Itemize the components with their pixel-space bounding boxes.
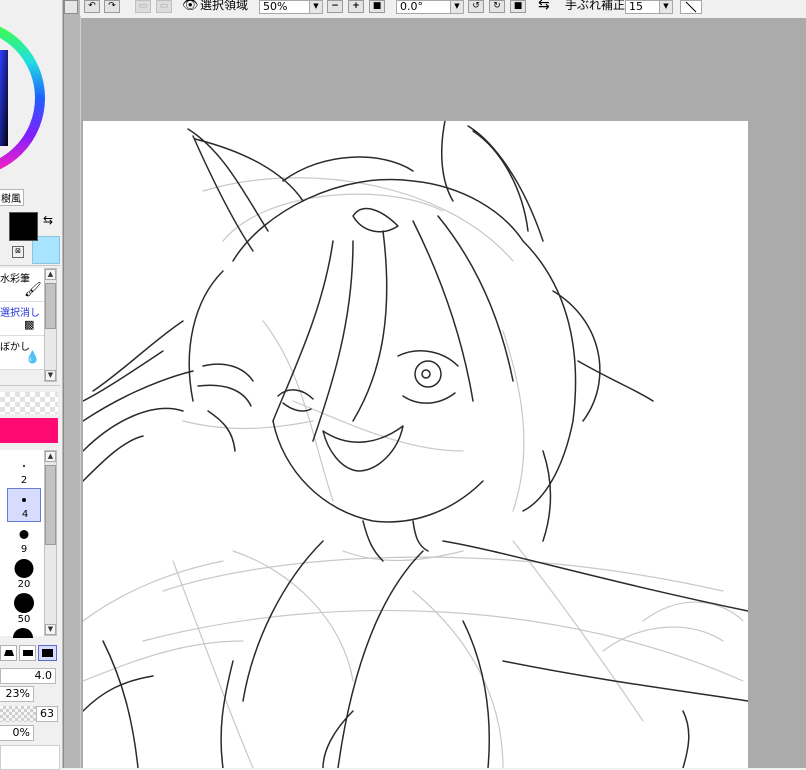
stabilizer-value: 15 [629,0,643,13]
brush-dot [23,465,25,467]
chevron-down-icon[interactable]: ▼ [309,1,322,13]
tool-watercolor[interactable]: 水彩筆 🖌 [0,268,44,302]
swap-colors-icon[interactable]: ⇆ [43,213,53,227]
splitter-handle[interactable] [64,0,78,14]
tool-list: 水彩筆 🖌 選択消し ▩ ぼかし 💧 [0,268,44,370]
panel-tab-label[interactable]: 樹風 [0,189,24,206]
primary-color-swatch[interactable] [9,212,38,241]
deselect-icon[interactable]: ▭ [135,0,151,13]
transparency-preview [0,392,58,414]
brush-dot [19,530,29,539]
scroll-down-icon[interactable]: ▼ [45,370,56,381]
settings-field[interactable] [0,745,60,770]
brush-shape-medium-icon [23,650,33,656]
scroll-up-icon[interactable]: ▲ [45,269,56,280]
eye-icon[interactable]: 👁 [182,0,199,12]
tool-list-scrollbar[interactable]: ▲ ▼ [44,268,57,382]
brush-size-list: 2 4 9 20 50 [0,450,44,638]
brush-size-4[interactable]: 4 [7,488,41,522]
line-art [83,121,748,768]
color-mix-bar[interactable] [0,418,58,443]
brush-dot [14,593,34,613]
tool-blur[interactable]: ぼかし 💧 [0,336,44,370]
diagonal-line-icon [685,1,697,13]
density-gradient [0,706,36,722]
zoom-value: 50% [263,0,288,13]
sketch-drawing [83,121,748,768]
scroll-up-icon[interactable]: ▲ [45,451,56,462]
brush-size-label: 9 [20,544,28,555]
brush-size-9[interactable]: 9 [7,524,41,558]
rotate-right-icon[interactable]: ↻ [489,0,505,13]
scroll-down-icon[interactable]: ▼ [45,624,56,635]
brush-dot [22,498,26,502]
scrollbar-thumb[interactable] [45,465,56,545]
brush-shape-hard[interactable] [38,645,57,661]
selection-label: 選択領域 [200,0,249,12]
rotate-reset-icon[interactable]: ■ [510,0,526,13]
line-tool-button[interactable] [680,0,702,14]
tool-panel: 樹風 ⇆ ⊠ 水彩筆 🖌 選択消し ▩ ぼかし 💧 ▲ ▼ 2 4 9 20 5… [0,0,63,770]
toolbar: ↶ ↷ ▭ ▭ 👁 選択領域 50% ▼ − + ■ 0.0° ▼ ↺ ↻ ■ … [80,0,806,16]
color-wheel[interactable] [0,22,46,174]
select-eraser-icon: ▩ [24,318,35,331]
rotation-value: 0.0° [400,0,423,13]
brush-icon: 🖌 [24,282,42,298]
brush-size-label: 4 [21,509,29,520]
brush-dot-large [13,628,33,638]
brush-size-50[interactable]: 50 [7,590,41,625]
brush-size-label: 2 [20,475,28,486]
zoom-select[interactable]: 50% ▼ [259,0,323,14]
redo-icon[interactable]: ↷ [104,0,120,13]
min-size-value[interactable]: 23% [0,686,34,702]
blur-drop-icon: 💧 [25,350,40,364]
brush-size-value[interactable]: 4.0 [0,668,56,684]
drawing-canvas[interactable] [83,121,748,768]
transparent-color-icon[interactable]: ⊠ [12,246,24,258]
stabilizer-label: 手ぶれ補正 [565,0,626,12]
rotate-left-icon[interactable]: ↺ [468,0,484,13]
chevron-down-icon[interactable]: ▼ [659,1,672,13]
flip-horizontal-icon[interactable]: ⇆ [538,0,550,12]
undo-icon[interactable]: ↶ [84,0,100,13]
brush-shape-soft-icon [4,650,14,656]
blend-value[interactable]: 0% [0,725,34,741]
rotation-select[interactable]: 0.0° ▼ [396,0,464,14]
brush-dot [14,559,34,578]
invert-select-icon[interactable]: ▭ [156,0,172,13]
brush-shape-hard-icon [42,649,53,657]
brush-shape-soft[interactable] [0,645,17,661]
tool-label: 選択消し [0,308,40,319]
brush-size-label: 50 [17,614,31,625]
brush-size-label: 20 [17,579,31,590]
zoom-reset-icon[interactable]: ■ [369,0,385,13]
brush-shape-medium[interactable] [19,645,36,661]
scrollbar-thumb[interactable] [45,283,56,329]
construction-lines [83,177,744,768]
brush-size-20[interactable]: 20 [7,558,41,592]
brush-size-2[interactable]: 2 [7,454,41,488]
stabilizer-select[interactable]: 15 ▼ [625,0,673,14]
chevron-down-icon[interactable]: ▼ [450,1,463,13]
tool-select-eraser[interactable]: 選択消し ▩ [0,302,44,336]
zoom-in-icon[interactable]: + [348,0,364,13]
density-value[interactable]: 63 [36,706,58,722]
brush-size-scrollbar[interactable]: ▲ ▼ [44,450,57,636]
zoom-out-icon[interactable]: − [327,0,343,13]
panel-splitter[interactable] [63,0,81,768]
